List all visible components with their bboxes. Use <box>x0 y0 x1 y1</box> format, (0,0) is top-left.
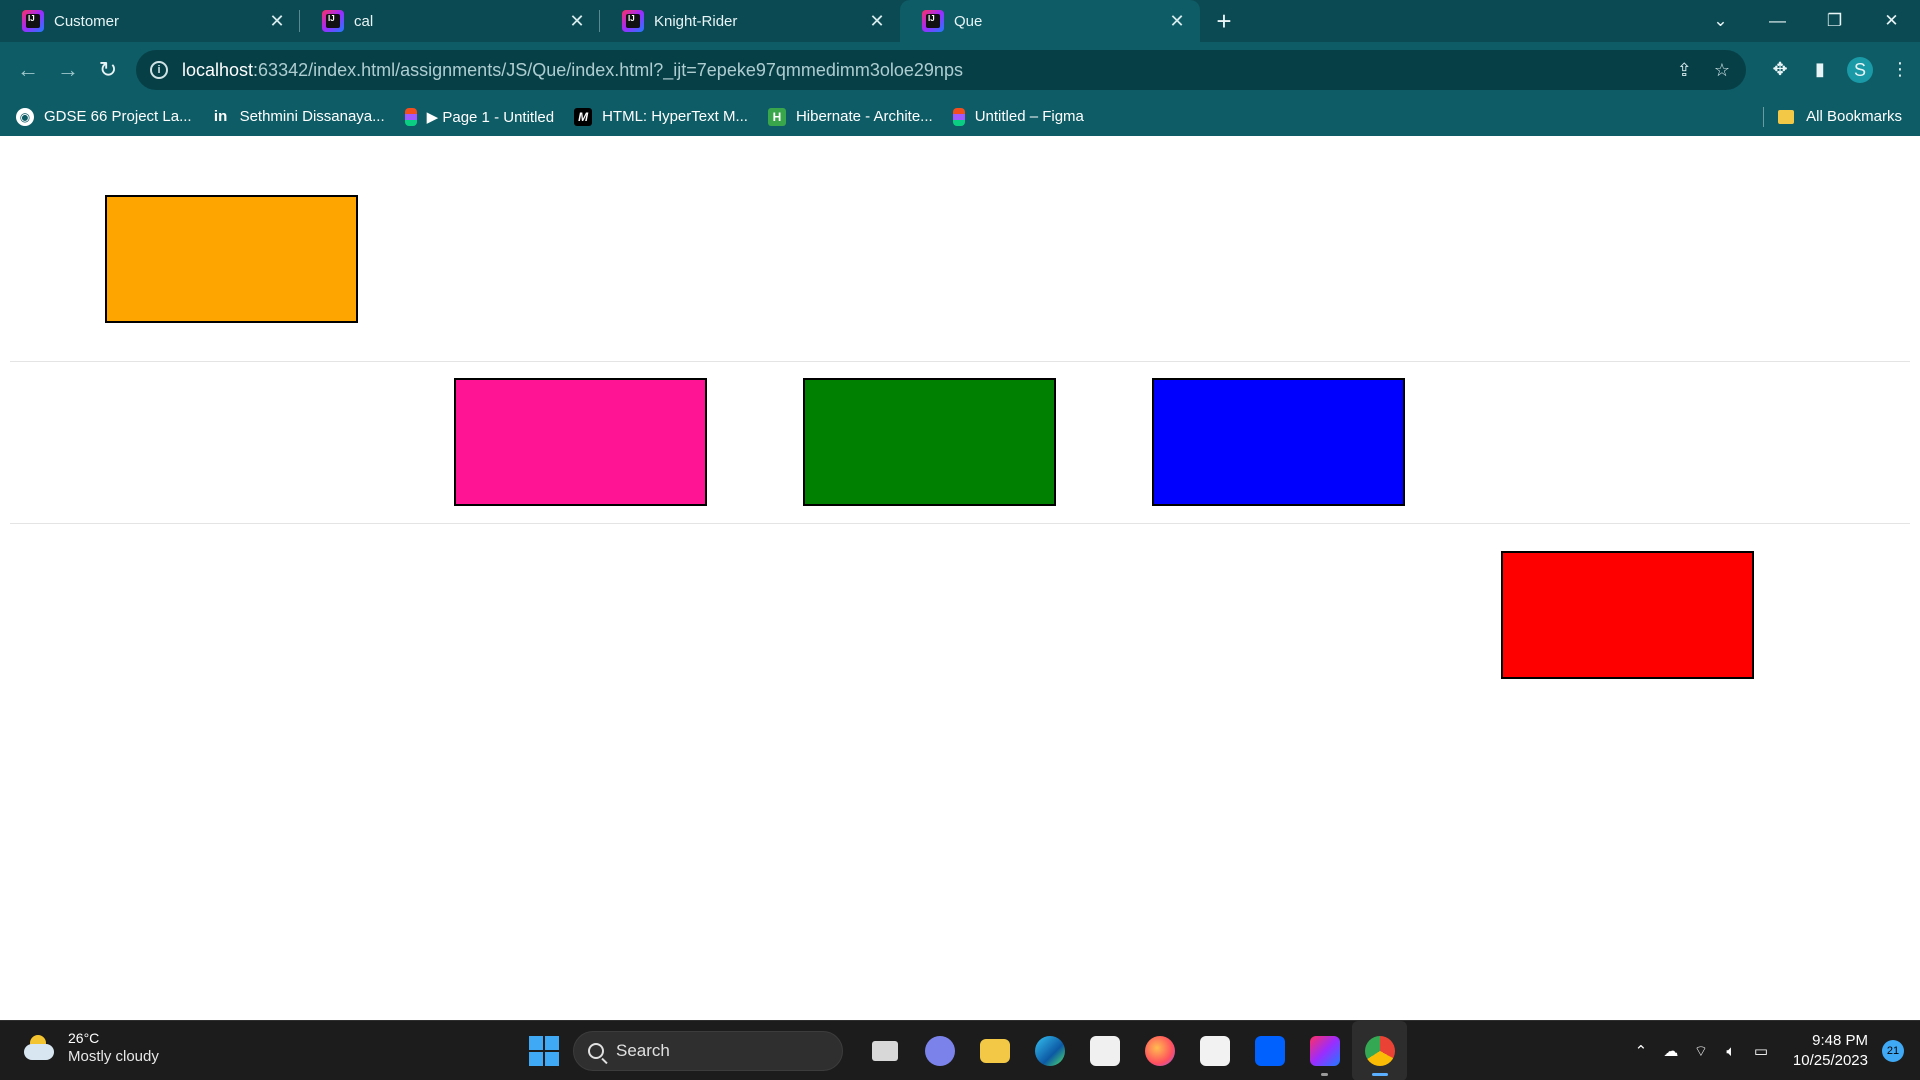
linkedin-icon: in <box>211 107 230 126</box>
url-text[interactable]: localhost:63342/index.html/assignments/J… <box>182 60 963 81</box>
forward-icon[interactable]: → <box>48 57 88 83</box>
bookmark-label: GDSE 66 Project La... <box>44 108 192 125</box>
weather-condition: Mostly cloudy <box>68 1048 159 1065</box>
minimize-icon[interactable]: — <box>1749 11 1806 31</box>
taskbar-apps: Search <box>525 1021 1407 1080</box>
intellij-icon <box>322 10 344 32</box>
menu-icon[interactable]: ⋮ <box>1880 59 1920 80</box>
chevron-up-icon[interactable]: ⌃ <box>1627 1042 1655 1060</box>
close-window-icon[interactable]: ✕ <box>1863 11 1920 31</box>
search-icon <box>588 1043 604 1059</box>
bookmark-item[interactable]: ▶ Page 1 - Untitled <box>404 107 555 126</box>
green-box <box>803 378 1056 506</box>
new-tab-button[interactable]: + <box>1200 0 1248 42</box>
horizontal-rule <box>10 361 1910 362</box>
mdn-icon: M <box>574 107 593 126</box>
tab-cal[interactable]: cal ✕ <box>300 0 600 42</box>
url-host: localhost <box>182 59 254 80</box>
firefox-icon[interactable] <box>1132 1021 1187 1080</box>
wifi-icon[interactable]: ⌔ <box>1687 1042 1715 1061</box>
intellij-taskbar-icon[interactable] <box>1297 1021 1352 1080</box>
tab-que[interactable]: Que ✕ <box>900 0 1200 42</box>
close-icon[interactable]: ✕ <box>566 11 588 32</box>
side-panel-icon[interactable]: ▮ <box>1800 59 1840 80</box>
close-icon[interactable]: ✕ <box>866 11 888 32</box>
taskbar: 26°C Mostly cloudy Search ⌃ ☁ ⌔ 🔈︎ ▭ 9:4… <box>0 1020 1920 1080</box>
github-icon: ◉ <box>16 107 34 126</box>
figma-icon <box>404 107 417 126</box>
battery-icon[interactable]: ▭ <box>1747 1042 1775 1060</box>
window-controls: ⌄ — ❐ ✕ <box>1692 0 1920 42</box>
blue-box <box>1152 378 1405 506</box>
url-path: :63342/index.html/assignments/JS/Que/ind… <box>253 59 963 80</box>
tab-title: Que <box>954 12 983 30</box>
file-explorer-icon[interactable] <box>967 1021 1022 1080</box>
tab-knight-rider[interactable]: Knight-Rider ✕ <box>600 0 900 42</box>
site-info-icon[interactable]: i <box>150 61 168 79</box>
share-icon[interactable]: ⇪ <box>1677 60 1692 81</box>
microsoft-store-icon[interactable] <box>1077 1021 1132 1080</box>
weather-widget[interactable]: 26°C Mostly cloudy <box>22 1029 159 1067</box>
close-icon[interactable]: ✕ <box>1166 11 1188 32</box>
orange-box <box>105 195 358 323</box>
all-bookmarks-label: All Bookmarks <box>1806 108 1902 125</box>
bookmark-item[interactable]: M HTML: HyperText M... <box>574 107 748 126</box>
tab-title: Customer <box>54 12 120 30</box>
temperature: 26°C <box>68 1030 100 1046</box>
red-box <box>1501 551 1754 679</box>
notification-badge[interactable]: 21 <box>1882 1040 1904 1062</box>
clock[interactable]: 9:48 PM 10/25/2023 <box>1793 1031 1868 1071</box>
time: 9:48 PM <box>1812 1032 1868 1049</box>
address-bar[interactable]: i localhost:63342/index.html/assignments… <box>136 50 1746 90</box>
intellij-icon <box>622 10 644 32</box>
bookmark-item[interactable]: Untitled – Figma <box>952 107 1084 126</box>
bookmark-label: Untitled – Figma <box>974 108 1084 125</box>
reload-icon[interactable]: ↻ <box>88 57 128 83</box>
windows-start-icon[interactable] <box>529 1036 559 1066</box>
tab-strip: Customer ✕ cal ✕ Knight-Rider ✕ Que ✕ + … <box>0 0 1920 42</box>
page-viewport <box>0 136 1920 1020</box>
edge-icon[interactable] <box>1022 1021 1077 1080</box>
amazon-icon[interactable] <box>1187 1021 1242 1080</box>
search-label: Search <box>616 1041 670 1060</box>
bookmarks-bar: ◉ GDSE 66 Project La... in Sethmini Diss… <box>0 97 1920 136</box>
system-tray: ⌃ ☁ ⌔ 🔈︎ ▭ 9:48 PM 10/25/2023 21 <box>1627 1021 1920 1080</box>
teams-chat-icon[interactable] <box>912 1021 967 1080</box>
taskbar-search[interactable]: Search <box>573 1031 843 1071</box>
extensions-icon[interactable]: ✥ <box>1760 59 1800 80</box>
dropbox-icon[interactable] <box>1242 1021 1297 1080</box>
back-icon[interactable]: ← <box>8 57 48 83</box>
tab-title: cal <box>354 12 374 30</box>
date: 10/25/2023 <box>1792 1052 1868 1069</box>
browser-toolbar: ← → ↻ i localhost:63342/index.html/assig… <box>0 42 1920 97</box>
chrome-taskbar-icon[interactable] <box>1352 1021 1407 1080</box>
intellij-icon <box>22 10 44 32</box>
horizontal-rule <box>10 523 1910 524</box>
intellij-icon <box>922 10 944 32</box>
bookmark-label: Hibernate - Archite... <box>795 108 933 125</box>
hibernate-icon: H <box>767 107 786 126</box>
bookmark-label: HTML: HyperText M... <box>602 108 748 125</box>
pink-box <box>454 378 707 506</box>
bookmark-item[interactable]: H Hibernate - Archite... <box>767 107 933 126</box>
volume-icon[interactable]: 🔈︎ <box>1717 1043 1745 1060</box>
divider <box>1763 106 1765 127</box>
profile-avatar[interactable]: S <box>1847 56 1873 83</box>
bookmark-item[interactable]: in Sethmini Dissanaya... <box>211 107 385 126</box>
bookmark-label: ▶ Page 1 - Untitled <box>426 108 555 126</box>
task-view-icon[interactable] <box>857 1021 912 1080</box>
figma-icon <box>952 107 965 126</box>
tab-title: Knight-Rider <box>654 12 738 30</box>
tab-search-icon[interactable]: ⌄ <box>1692 11 1749 31</box>
onedrive-icon[interactable]: ☁ <box>1657 1042 1685 1060</box>
partly-cloudy-icon <box>22 1035 56 1061</box>
close-icon[interactable]: ✕ <box>266 11 288 32</box>
bookmark-item[interactable]: ◉ GDSE 66 Project La... <box>16 107 192 126</box>
all-bookmarks-button[interactable]: All Bookmarks <box>1763 97 1902 136</box>
bookmark-label: Sethmini Dissanaya... <box>239 108 385 125</box>
tab-customer[interactable]: Customer ✕ <box>0 0 300 42</box>
restore-icon[interactable]: ❐ <box>1806 11 1863 31</box>
folder-icon <box>1778 109 1795 124</box>
bookmark-star-icon[interactable]: ☆ <box>1714 60 1730 81</box>
